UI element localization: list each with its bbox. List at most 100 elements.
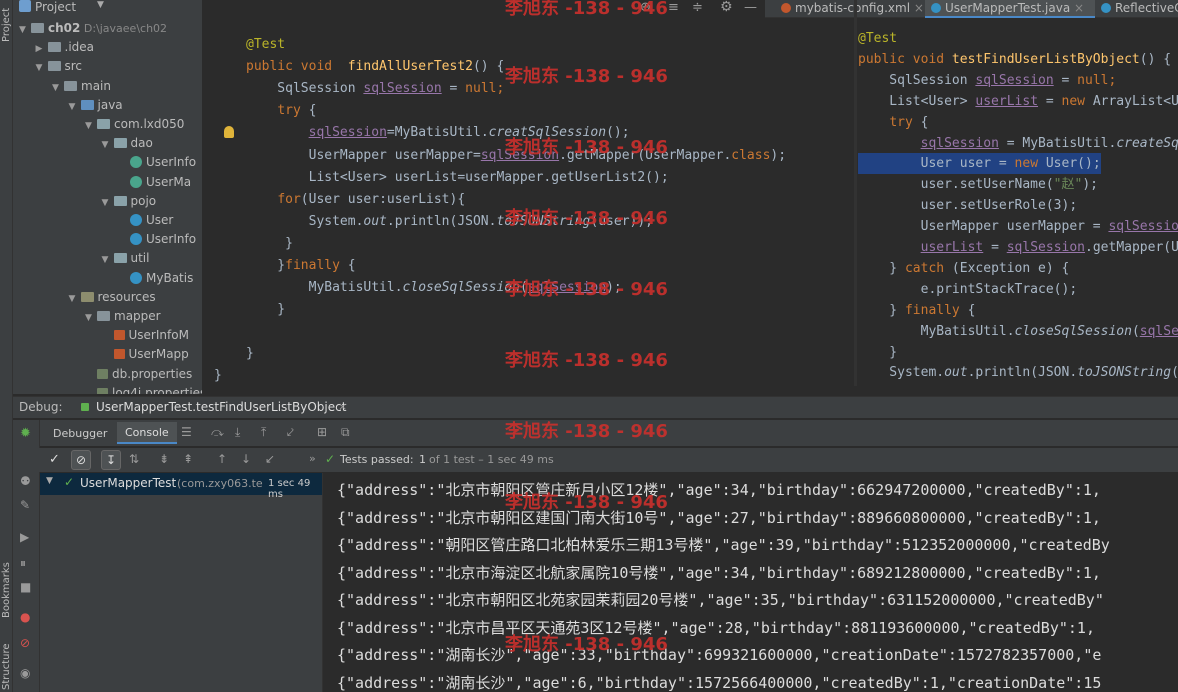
tree-item[interactable]: UserInfo — [118, 153, 196, 172]
sort-alpha-icon[interactable]: ↧ — [101, 450, 121, 470]
trace-icon[interactable]: ⧉ — [341, 425, 350, 440]
expand-all-icon[interactable]: ≡ — [668, 0, 679, 15]
mute-breakpoints-icon[interactable]: ⊘ — [20, 636, 30, 650]
step-into-icon[interactable]: ⤓ — [235, 425, 240, 440]
editor-tab[interactable]: ReflectiveC — [1095, 0, 1178, 18]
tree-item-label: com.lxd050 — [114, 117, 185, 131]
project-tool-window-button[interactable]: Project — [1, 2, 12, 42]
tree-item[interactable]: ▼ java — [69, 96, 123, 115]
pause-icon[interactable]: ⏸ — [20, 556, 26, 571]
stop-icon[interactable]: ■ — [20, 580, 31, 594]
test-class-package: (com.zxy063.te — [177, 477, 263, 490]
code-token: public void — [858, 51, 952, 67]
step-out-icon[interactable]: ⤒ — [261, 425, 266, 440]
play-icon[interactable]: ▶ — [20, 530, 29, 544]
rerun-icon[interactable]: ✹ — [20, 426, 31, 441]
tree-item[interactable]: User — [118, 211, 173, 230]
lightbulb-icon[interactable] — [224, 126, 234, 138]
project-panel-title[interactable]: Project — [35, 0, 76, 14]
chevron-down-icon[interactable]: ▼ — [69, 290, 81, 309]
code-token: sqlSession — [308, 125, 387, 141]
test-tree-row[interactable]: ▼ ✓ UserMapperTest (com.zxy063.te 1 sec … — [40, 473, 322, 500]
previous-failed-icon[interactable]: ↑ — [217, 452, 227, 466]
menu-icon[interactable]: ☰ — [181, 425, 192, 439]
close-icon[interactable]: × — [1070, 1, 1084, 15]
chevron-down-icon[interactable]: ▼ — [102, 194, 114, 213]
chevron-down-icon[interactable]: ▼ — [36, 59, 48, 78]
tree-item[interactable]: ▼ main — [52, 77, 111, 96]
chevron-down-icon[interactable]: ▼ — [85, 117, 97, 136]
file-type-icon — [931, 3, 941, 13]
code-token: } — [858, 344, 898, 360]
bookmarks-tool-window-button[interactable]: Bookmarks — [1, 560, 12, 618]
tree-item[interactable]: log4j.properties — [85, 384, 202, 394]
chevron-down-icon[interactable]: ▼ — [69, 98, 81, 117]
bug-icon[interactable]: ⚉ — [20, 474, 31, 488]
chevron-right-icon[interactable]: ▶ — [36, 40, 48, 59]
collapse-all-icon[interactable]: ≑ — [692, 0, 703, 15]
tab-console[interactable]: Console — [117, 422, 177, 444]
code-token: sqlSession — [1108, 219, 1178, 235]
tree-item[interactable]: ▼ src — [36, 57, 83, 76]
collapse-all-tests-icon[interactable]: ⇞ — [183, 452, 193, 466]
chevron-down-icon[interactable]: ▼ — [52, 79, 64, 98]
folder-icon — [47, 61, 61, 72]
camera-icon[interactable]: ◉ — [20, 666, 30, 680]
chevron-down-icon[interactable]: ▼ — [97, 0, 104, 10]
minimize-icon[interactable]: — — [744, 0, 757, 15]
chevron-down-icon[interactable]: ▼ — [85, 309, 97, 328]
chevron-down-icon[interactable]: ▼ — [46, 476, 53, 486]
close-icon[interactable]: × — [338, 400, 347, 413]
code-token: sqlSes — [1139, 323, 1178, 339]
editor-tab[interactable]: mybatis-config.xml × — [775, 0, 925, 18]
code-editor-split[interactable]: @Test public void testFindUserListByObjec… — [857, 20, 1178, 386]
expand-all-tests-icon[interactable]: ⇟ — [159, 452, 169, 466]
console-output[interactable]: {"address":"北京市朝阳区管庄新月小区12楼","age":34,"b… — [322, 473, 1178, 692]
code-token: user.setUserRole(3); — [858, 198, 1078, 214]
more-icon[interactable]: » — [309, 452, 316, 465]
sort-duration-icon[interactable]: ⇅ — [129, 452, 139, 466]
code-token: } — [858, 260, 905, 276]
tab-debugger[interactable]: Debugger — [53, 427, 107, 440]
tree-item[interactable]: ▼ ch02 D:\javaee\ch02 — [19, 19, 167, 38]
run-to-cursor-icon[interactable]: ⤦ — [287, 425, 294, 440]
tree-item[interactable]: MyBatis — [118, 269, 193, 288]
tree-item[interactable]: ▼ com.lxd050 — [85, 115, 184, 134]
import-tests-icon[interactable]: ↙ — [265, 452, 275, 466]
tree-item[interactable]: UserMapp — [102, 345, 189, 364]
tree-item[interactable]: UserMa — [118, 173, 191, 192]
tree-item[interactable]: ▼ resources — [69, 288, 156, 307]
tree-item[interactable]: db.properties — [85, 365, 192, 384]
structure-tool-window-button[interactable]: Structure — [1, 640, 12, 690]
tree-item-label: db.properties — [112, 366, 193, 381]
code-token: ); — [770, 147, 787, 163]
code-token: = — [983, 240, 1007, 255]
tree-item[interactable]: UserInfoM — [102, 326, 189, 345]
show-passed-icon[interactable]: ✓ — [49, 452, 60, 467]
close-icon[interactable]: × — [910, 1, 924, 15]
tree-item[interactable]: ▶ .idea — [36, 38, 95, 57]
tree-item-label: mapper — [114, 309, 161, 323]
chevron-down-icon[interactable]: ▼ — [102, 251, 114, 270]
tree-item[interactable]: ▼ mapper — [85, 307, 161, 326]
debug-session-tab[interactable]: UserMapperTest.testFindUserListByObject — [96, 400, 346, 414]
evaluate-icon[interactable]: ⊞ — [317, 425, 327, 439]
chevron-down-icon[interactable]: ▼ — [102, 136, 114, 155]
test-duration: 1 sec 49 ms — [268, 478, 311, 500]
tree-item[interactable]: ▼ util — [102, 249, 150, 268]
breakpoints-icon[interactable]: ● — [20, 610, 30, 624]
tree-item[interactable]: ▼ pojo — [102, 192, 157, 211]
code-line: } — [246, 233, 293, 254]
wrench-icon[interactable]: ✎ — [20, 498, 30, 512]
gear-icon[interactable]: ⚙ — [720, 0, 733, 15]
tree-item[interactable]: ▼ dao — [102, 134, 153, 153]
editor-tab[interactable]: UserMapperTest.java × — [925, 0, 1095, 18]
show-ignored-icon[interactable]: ⊘ — [71, 450, 91, 470]
next-failed-icon[interactable]: ↓ — [241, 452, 251, 466]
editor-tab-bar: mybatis-config.xml × UserMapperTest.java … — [765, 0, 1178, 18]
chevron-down-icon[interactable]: ▼ — [19, 21, 31, 40]
tree-item[interactable]: UserInfo — [118, 230, 196, 249]
step-over-icon[interactable]: ⤼ — [211, 425, 224, 440]
